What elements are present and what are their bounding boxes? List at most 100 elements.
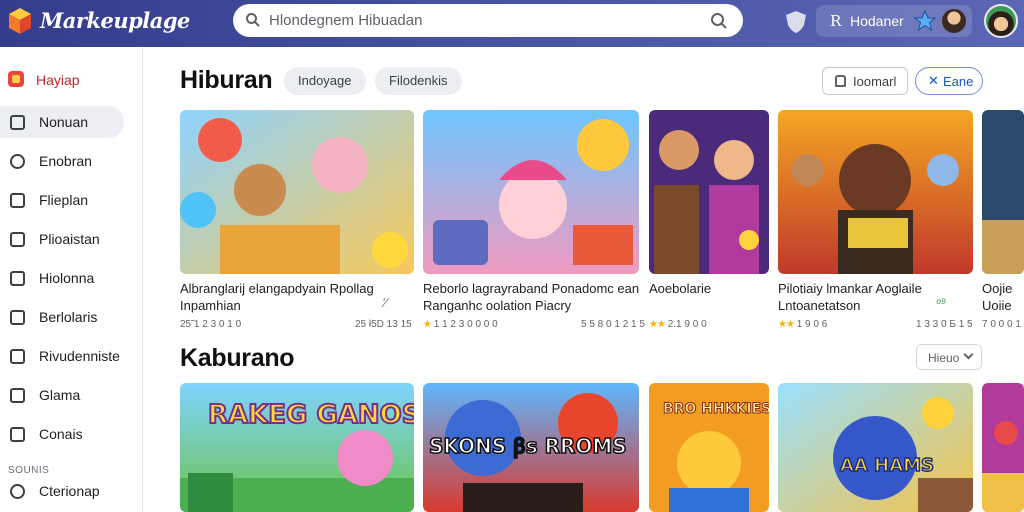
game-thumbnail bbox=[982, 110, 1024, 274]
card-title: Albranglarij elangapdyain Rpollag bbox=[180, 281, 374, 296]
card-meta: ★ 1 1 2 3 0 0 0 0 bbox=[423, 319, 498, 330]
card-meta-left: 2.1 9 0 0 bbox=[667, 319, 707, 330]
card-meta: 25̃ 1 2 3 0 1 0 bbox=[180, 319, 241, 330]
card-meta-left: 7 0 0 0 1 bbox=[982, 319, 1021, 330]
star-icon: ★★ bbox=[778, 319, 795, 330]
primary-button-label: Eane bbox=[943, 74, 974, 89]
sidebar-item-label: Enobran bbox=[39, 153, 92, 169]
gamepad-icon bbox=[10, 388, 25, 403]
sidebar-item-plioaistan[interactable]: Plioaistan bbox=[0, 223, 124, 255]
sidebar-item-label: Flieplan bbox=[39, 192, 89, 208]
card-title: Aoebolarie bbox=[649, 281, 712, 296]
avatar[interactable] bbox=[984, 4, 1018, 38]
search-submit-icon[interactable] bbox=[710, 12, 728, 30]
sidebar-item-label: Plioaistan bbox=[39, 231, 100, 247]
game-art-title: RAKEG GANOS bbox=[208, 400, 414, 430]
sidebar-item-cterionap[interactable]: Cterionap bbox=[0, 475, 124, 507]
outline-button-label: Ioomarl bbox=[853, 74, 897, 89]
game-thumbnail: SKONS ꞵs RROMS bbox=[423, 383, 639, 512]
card-badge: ʼ⁄ bbox=[382, 296, 387, 310]
section-title: Kaburano bbox=[180, 344, 295, 372]
search-bar[interactable]: Hlondegnem Hibuadan bbox=[233, 4, 743, 37]
card-meta-right: 5 5 8 0 1 2 1 5 bbox=[581, 319, 645, 330]
search-input[interactable]: Hlondegnem Hibuadan bbox=[269, 12, 422, 29]
top-bar: Markeuplage Hlondegnem Hibuadan R Hodane… bbox=[0, 0, 1024, 47]
list-icon bbox=[10, 271, 25, 286]
user-name: Hodaner bbox=[850, 13, 904, 29]
home-icon bbox=[10, 115, 25, 130]
bookmark-icon bbox=[10, 427, 25, 442]
lock-icon bbox=[835, 75, 846, 87]
store-icon bbox=[8, 71, 24, 87]
card-badge: ᵒ⁹ bbox=[936, 296, 947, 310]
card-meta: ★★ 1 9 0 6 bbox=[778, 319, 827, 330]
user-initial: R bbox=[830, 12, 842, 30]
card-meta-left: 25̃ 1 2 3 0 1 0 bbox=[180, 319, 242, 330]
sidebar: Hayiap Nonuan Enobran Flieplan Plioaista… bbox=[0, 47, 143, 512]
sidebar-item-label: Conais bbox=[39, 426, 83, 442]
sidebar-item-hiolonna[interactable]: Hiolonna bbox=[0, 262, 124, 294]
game-thumbnail bbox=[982, 383, 1024, 512]
sidebar-item-label: Glama bbox=[39, 387, 81, 403]
game-art-title: SKONS ꞵs RROMS bbox=[429, 434, 627, 459]
section-title: Hiburan bbox=[180, 66, 273, 94]
monitor-icon bbox=[10, 310, 25, 325]
close-icon: ✕ bbox=[928, 73, 939, 88]
game-thumbnail bbox=[180, 110, 414, 274]
search-icon bbox=[246, 13, 260, 27]
game-art-title: BRO HHKKIES bbox=[663, 401, 769, 417]
document-icon bbox=[10, 349, 25, 364]
game-thumbnail bbox=[649, 110, 769, 274]
game-thumbnail: RAKEG GANOS bbox=[180, 383, 414, 512]
app-brand[interactable]: Markeuplage bbox=[40, 8, 190, 33]
game-thumbnail bbox=[423, 110, 639, 274]
sidebar-item-nonuan[interactable]: Nonuan bbox=[0, 106, 124, 138]
card-title: Pilotiaiy lmankar Aoglaile bbox=[778, 281, 922, 296]
sort-select[interactable]: Hieuo bbox=[916, 344, 982, 370]
cube-logo-icon[interactable] bbox=[8, 6, 32, 36]
sidebar-item-flieplan[interactable]: Flieplan bbox=[0, 184, 124, 216]
card-meta-left: 1 1 2 3 0 0 0 0 bbox=[433, 319, 498, 330]
sidebar-item-berlolaris[interactable]: Berlolaris bbox=[0, 301, 124, 333]
card-subtitle: Inpamhian bbox=[180, 298, 241, 313]
sidebar-item-label: Rivudenniste bbox=[39, 348, 120, 364]
image-icon bbox=[10, 232, 25, 247]
card-title: Oojie bbox=[982, 281, 1013, 296]
outline-button[interactable]: Ioomarl bbox=[822, 67, 908, 95]
shield-icon[interactable] bbox=[785, 10, 807, 34]
sidebar-item-label: Berlolaris bbox=[39, 309, 98, 325]
sort-select-value: Hieuo bbox=[928, 351, 960, 365]
sidebar-item-glama[interactable]: Glama bbox=[0, 379, 124, 411]
filter-chip[interactable]: Filodenkis bbox=[375, 67, 462, 95]
edit-icon bbox=[10, 193, 25, 208]
primary-button[interactable]: ✕ Eane bbox=[915, 67, 983, 95]
card-meta-right: 1 3 3 0 Б 1 5 bbox=[916, 319, 973, 330]
star-icon: ★★ bbox=[649, 319, 666, 330]
sidebar-item-conais[interactable]: Conais bbox=[0, 418, 124, 450]
card-meta-left: 1 9 0 6 bbox=[796, 319, 828, 330]
filter-chip[interactable]: Indoyage bbox=[284, 67, 366, 95]
card-meta-right: 25 ł5D 13 15 bbox=[355, 319, 412, 330]
user-menu[interactable]: R Hodaner bbox=[816, 5, 972, 37]
card-title: Reborlo lagrayraband Ponadomc ean bbox=[423, 281, 640, 296]
game-thumbnail bbox=[778, 110, 973, 274]
game-thumbnail: BRO HHKKIES bbox=[649, 383, 769, 512]
card-subtitle: Ranganhc oolation Piacry bbox=[423, 298, 572, 313]
avatar-small[interactable] bbox=[942, 9, 966, 33]
sidebar-item-enobran[interactable]: Enobran bbox=[0, 145, 124, 177]
card-subtitle: Uoiie bbox=[982, 298, 1012, 313]
sidebar-header-label: Hayiap bbox=[36, 72, 80, 88]
sidebar-item-rivudenniste[interactable]: Rivudenniste bbox=[0, 340, 124, 372]
sidebar-item-label: Nonuan bbox=[39, 114, 89, 130]
sidebar-item-label: Cterionap bbox=[39, 483, 100, 499]
gear-icon bbox=[10, 154, 25, 169]
search-icon bbox=[10, 484, 25, 499]
game-thumbnail: AA HAMS bbox=[778, 383, 973, 512]
star-icon[interactable] bbox=[914, 10, 936, 32]
card-subtitle: Lntoanetatson bbox=[778, 298, 861, 313]
card-meta: ★★ 2.1 9 0 0 bbox=[649, 319, 707, 330]
sidebar-item-label: Hiolonna bbox=[39, 270, 95, 286]
chevron-down-icon bbox=[963, 349, 974, 360]
star-icon: ★ bbox=[423, 319, 432, 330]
game-art-title: AA HAMS bbox=[840, 455, 934, 476]
